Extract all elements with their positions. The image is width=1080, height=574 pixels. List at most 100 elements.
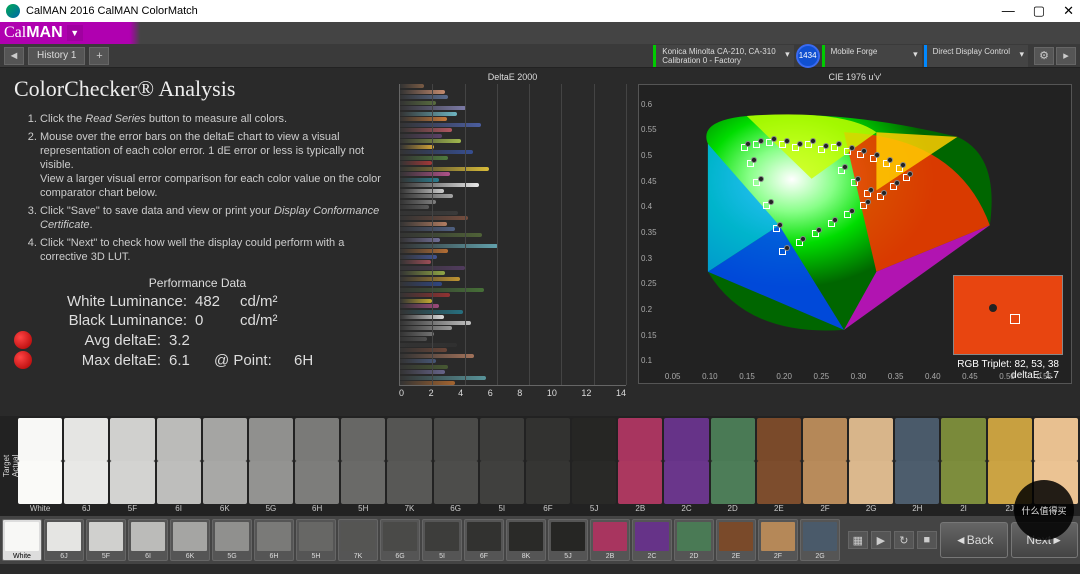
patch-thumb[interactable]: 6F [464, 519, 504, 561]
deltae-bar[interactable] [400, 293, 450, 297]
deltae-bar[interactable] [400, 134, 442, 138]
deltae-bar[interactable] [400, 370, 445, 374]
deltae-bar[interactable] [400, 200, 436, 204]
history-tab[interactable]: History 1 [28, 47, 85, 65]
deltae-bar[interactable] [400, 326, 452, 330]
deltae-bar[interactable] [400, 332, 434, 336]
patch-thumb[interactable]: 6I [128, 519, 168, 561]
swatch-column[interactable]: 6F [526, 418, 570, 514]
deltae-bar[interactable] [400, 222, 447, 226]
deltae-bar[interactable] [400, 161, 432, 165]
deltae-bar[interactable] [400, 150, 473, 154]
cie-chart[interactable]: RGB Triplet: 82, 53, 38 deltaE: 1.7 0.05… [638, 84, 1072, 384]
close-button[interactable]: ✕ [1063, 3, 1074, 19]
patch-thumb[interactable]: 5J [548, 519, 588, 561]
patch-thumb[interactable]: 6G [380, 519, 420, 561]
brand-menu-button[interactable]: ▼ [67, 25, 83, 41]
deltae-bar[interactable] [400, 205, 429, 209]
swatch-column[interactable]: White [18, 418, 62, 514]
deltae-bar[interactable] [400, 299, 432, 303]
deltae-bar[interactable] [400, 315, 444, 319]
swatch-column[interactable]: 7K [387, 418, 431, 514]
patch-thumb[interactable]: 2B [590, 519, 630, 561]
patch-thumb[interactable]: 2G [800, 519, 840, 561]
deltae-bar[interactable] [400, 156, 448, 160]
meter-status[interactable]: Konica Minolta CA-210, CA-310 Calibratio… [653, 45, 793, 67]
deltae-bar[interactable] [400, 112, 457, 116]
deltae-bar[interactable] [400, 277, 460, 281]
swatch-column[interactable]: 5F [110, 418, 154, 514]
deltae-bar[interactable] [400, 381, 455, 385]
nav-prev-button[interactable]: ◄ [4, 47, 24, 65]
swatch-column[interactable]: 2C [664, 418, 708, 514]
add-tab-button[interactable]: + [89, 47, 109, 65]
stop-button[interactable]: ■ [917, 531, 937, 549]
deltae-bar[interactable] [400, 337, 427, 341]
deltae-bar[interactable] [400, 216, 468, 220]
deltae-bar[interactable] [400, 84, 424, 88]
swatch-column[interactable]: 2H [895, 418, 939, 514]
swatch-column[interactable]: 5J [572, 418, 616, 514]
swatch-column[interactable]: 6I [157, 418, 201, 514]
settings-button[interactable]: ⚙ [1034, 47, 1054, 65]
deltae-bar[interactable] [400, 354, 474, 358]
swatch-column[interactable]: 2D [711, 418, 755, 514]
patch-thumb[interactable]: 6H [254, 519, 294, 561]
deltae-bar[interactable] [400, 95, 448, 99]
deltae-bar[interactable] [400, 167, 489, 171]
swatch-column[interactable]: 6G [434, 418, 478, 514]
patch-thumb[interactable]: 6K [170, 519, 210, 561]
deltae-bar[interactable] [400, 282, 442, 286]
deltae-bar[interactable] [400, 238, 440, 242]
continuous-button[interactable]: ↻ [894, 531, 914, 549]
deltae-bar[interactable] [400, 183, 479, 187]
deltae-bar[interactable] [400, 244, 498, 248]
swatch-column[interactable]: 2G [849, 418, 893, 514]
back-button[interactable]: ◄ Back [940, 522, 1009, 558]
deltae-bar[interactable] [400, 101, 436, 105]
patch-thumb[interactable]: White [2, 519, 42, 561]
swatch-column[interactable]: 6J [64, 418, 108, 514]
minimize-button[interactable]: — [1002, 3, 1015, 19]
patch-thumb[interactable]: 2E [716, 519, 756, 561]
expand-button[interactable]: ▸ [1056, 47, 1076, 65]
deltae-bar[interactable] [400, 376, 486, 380]
deltae-bar[interactable] [400, 288, 484, 292]
deltae-bar[interactable] [400, 271, 445, 275]
deltae-bar[interactable] [400, 260, 431, 264]
read-button[interactable]: ▶ [871, 531, 891, 549]
deltae-bar[interactable] [400, 90, 445, 94]
deltae-bar[interactable] [400, 359, 436, 363]
swatch-column[interactable]: 5I [480, 418, 524, 514]
patch-thumb[interactable]: 2F [758, 519, 798, 561]
deltae-bar[interactable] [400, 145, 434, 149]
patch-thumb[interactable]: 5I [422, 519, 462, 561]
patch-thumb[interactable]: 5H [296, 519, 336, 561]
swatch-column[interactable]: 5G [249, 418, 293, 514]
deltae-bar[interactable] [400, 172, 450, 176]
patch-thumb[interactable]: 5G [212, 519, 252, 561]
patch-thumb[interactable]: 2D [674, 519, 714, 561]
swatch-column[interactable]: 2E [757, 418, 801, 514]
patch-thumb[interactable]: 8K [506, 519, 546, 561]
deltae-bar[interactable] [400, 365, 448, 369]
patch-thumb[interactable]: 7K [338, 519, 378, 561]
deltae-bar[interactable] [400, 194, 453, 198]
deltae-bar[interactable] [400, 211, 458, 215]
deltae-bar[interactable] [400, 128, 452, 132]
patch-thumb[interactable]: 6J [44, 519, 84, 561]
swatch-column[interactable]: 6K [203, 418, 247, 514]
maximize-button[interactable]: ▢ [1033, 3, 1045, 19]
deltae-bar[interactable] [400, 139, 461, 143]
patch-thumb[interactable]: 5F [86, 519, 126, 561]
pattern-button[interactable]: ▦ [848, 531, 868, 549]
display-status[interactable]: Direct Display Control [924, 45, 1028, 67]
source-status[interactable]: Mobile Forge [822, 45, 922, 67]
deltae-bar[interactable] [400, 348, 447, 352]
patch-thumb[interactable]: 2C [632, 519, 672, 561]
swatch-column[interactable]: 2F [803, 418, 847, 514]
deltae-bar[interactable] [400, 233, 482, 237]
deltae-bar[interactable] [400, 249, 448, 253]
deltae-bar[interactable] [400, 123, 481, 127]
swatch-column[interactable]: 2B [618, 418, 662, 514]
